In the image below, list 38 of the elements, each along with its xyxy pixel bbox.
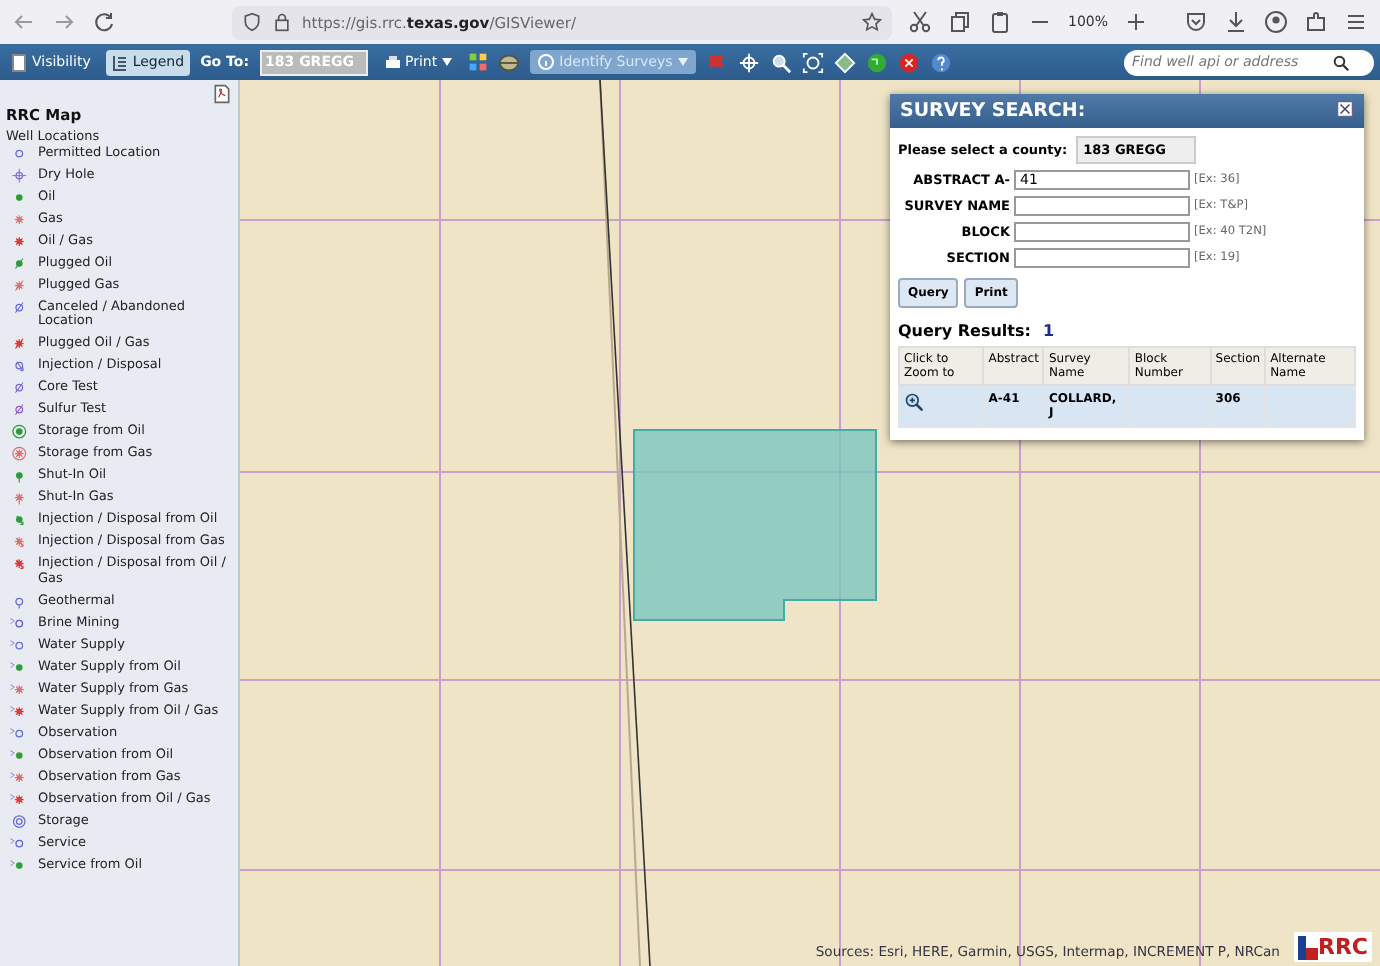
printer-icon xyxy=(383,53,402,71)
diamond-icon[interactable] xyxy=(834,51,857,73)
scissors-icon[interactable] xyxy=(908,10,932,34)
reload-icon[interactable] xyxy=(92,10,116,34)
search-icon[interactable] xyxy=(1332,53,1350,71)
pocket-icon[interactable] xyxy=(1184,10,1208,34)
lock-icon xyxy=(272,12,292,32)
input-field[interactable] xyxy=(1014,196,1190,216)
panel-title: SURVEY SEARCH: xyxy=(900,100,1086,122)
zoom-in-icon[interactable] xyxy=(904,392,924,412)
close-icon[interactable] xyxy=(898,51,921,73)
crosshair-icon[interactable] xyxy=(738,51,761,73)
help-icon[interactable] xyxy=(930,51,953,73)
document-icon xyxy=(12,53,28,71)
pdf-icon[interactable] xyxy=(212,84,232,104)
results-count: 1 xyxy=(1042,322,1055,340)
zoom-in-icon[interactable] xyxy=(1124,10,1149,34)
download-icon[interactable] xyxy=(1224,10,1248,34)
layers-icon[interactable] xyxy=(497,51,520,73)
zoom-extent-icon[interactable] xyxy=(802,51,825,73)
clipboard-icon[interactable] xyxy=(988,10,1012,34)
extensions-icon[interactable] xyxy=(1304,10,1328,34)
close-icon[interactable] xyxy=(1336,100,1354,118)
account-icon[interactable] xyxy=(1264,10,1288,34)
star-icon[interactable] xyxy=(862,12,882,32)
input-field[interactable] xyxy=(1014,248,1190,268)
results-label: Query Results: xyxy=(898,322,1031,340)
grid-icon[interactable] xyxy=(467,52,488,72)
search-icon[interactable] xyxy=(770,51,793,73)
logo: RRC xyxy=(1293,932,1372,962)
shield-icon xyxy=(242,12,262,32)
list-icon xyxy=(112,53,129,71)
copy-icon[interactable] xyxy=(948,10,972,34)
input-field[interactable] xyxy=(1014,222,1190,242)
info-icon xyxy=(537,54,554,70)
menu-icon[interactable] xyxy=(1344,10,1368,34)
caret-icon xyxy=(441,58,452,66)
caret-icon xyxy=(678,58,689,66)
